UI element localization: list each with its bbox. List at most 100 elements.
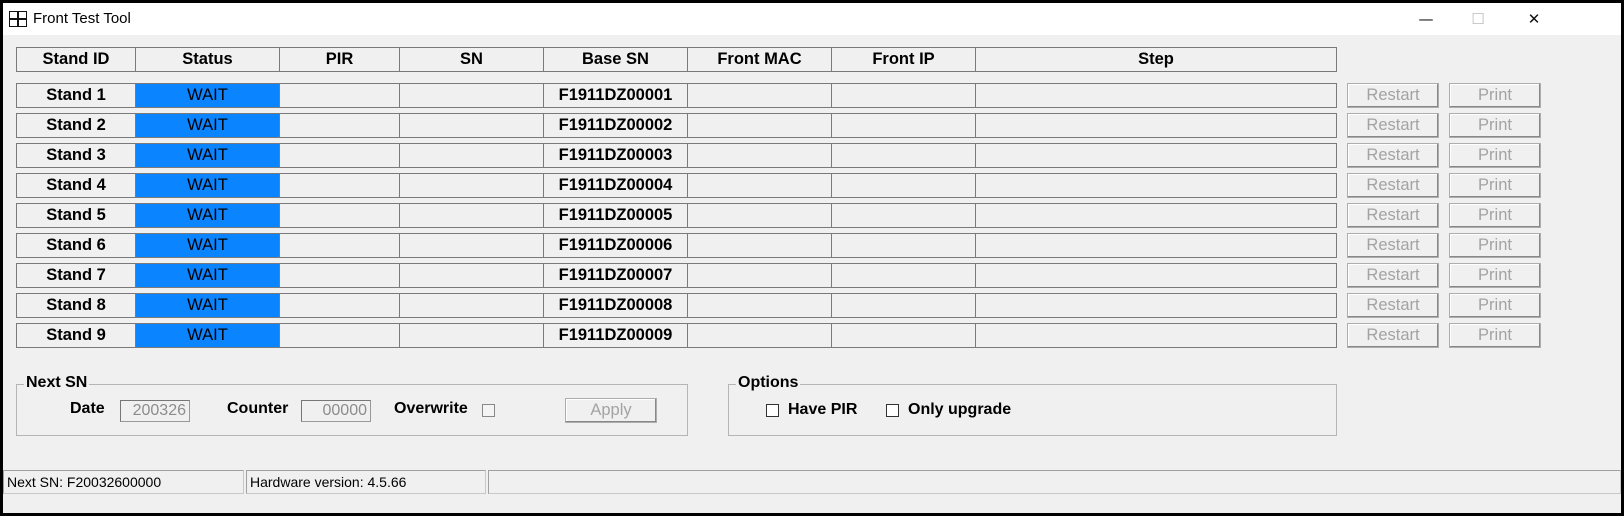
stand-id-cell: Stand 7 bbox=[16, 263, 136, 288]
print-button[interactable]: Print bbox=[1449, 233, 1541, 258]
date-label: Date bbox=[70, 400, 105, 417]
options-legend: Options bbox=[736, 374, 801, 392]
status-cell: WAIT bbox=[135, 113, 280, 138]
base-sn-cell: F1911DZ00004 bbox=[543, 173, 688, 198]
pir-cell bbox=[279, 263, 400, 288]
step-cell bbox=[975, 263, 1337, 288]
front-ip-cell bbox=[831, 113, 976, 138]
overwrite-checkbox[interactable] bbox=[482, 404, 495, 417]
app-icon bbox=[9, 11, 27, 27]
close-button[interactable]: ✕ bbox=[1511, 3, 1557, 35]
pir-cell bbox=[279, 83, 400, 108]
front-ip-cell bbox=[831, 173, 976, 198]
status-cell: WAIT bbox=[135, 83, 280, 108]
window-title: Front Test Tool bbox=[33, 10, 131, 27]
step-cell bbox=[975, 203, 1337, 228]
pir-cell bbox=[279, 203, 400, 228]
next-sn-legend: Next SN bbox=[24, 374, 90, 392]
restart-button[interactable]: Restart bbox=[1347, 203, 1439, 228]
restart-button[interactable]: Restart bbox=[1347, 143, 1439, 168]
print-button[interactable]: Print bbox=[1449, 143, 1541, 168]
step-cell bbox=[975, 233, 1337, 258]
status-cell: WAIT bbox=[135, 293, 280, 318]
base-sn-cell: F1911DZ00007 bbox=[543, 263, 688, 288]
step-cell bbox=[975, 173, 1337, 198]
stand-id-cell: Stand 4 bbox=[16, 173, 136, 198]
stand-id-cell: Stand 3 bbox=[16, 143, 136, 168]
step-cell bbox=[975, 293, 1337, 318]
restart-button[interactable]: Restart bbox=[1347, 293, 1439, 318]
front-ip-cell bbox=[831, 263, 976, 288]
pir-cell bbox=[279, 233, 400, 258]
column-header-step: Step bbox=[975, 47, 1337, 72]
only-upgrade-label: Only upgrade bbox=[908, 401, 1012, 418]
counter-label: Counter bbox=[227, 400, 289, 417]
stand-id-cell: Stand 9 bbox=[16, 323, 136, 348]
front-ip-cell bbox=[831, 143, 976, 168]
front-mac-cell bbox=[687, 233, 832, 258]
counter-field[interactable]: 00000 bbox=[301, 400, 371, 422]
front-mac-cell bbox=[687, 173, 832, 198]
print-button[interactable]: Print bbox=[1449, 263, 1541, 288]
date-field[interactable]: 200326 bbox=[120, 400, 190, 422]
pir-cell bbox=[279, 293, 400, 318]
sn-cell bbox=[399, 113, 544, 138]
stand-id-cell: Stand 2 bbox=[16, 113, 136, 138]
title-bar[interactable]: Front Test Tool — ☐ ✕ bbox=[3, 3, 1621, 35]
restart-button[interactable]: Restart bbox=[1347, 83, 1439, 108]
step-cell bbox=[975, 323, 1337, 348]
sn-cell bbox=[399, 143, 544, 168]
maximize-button[interactable]: ☐ bbox=[1455, 3, 1501, 35]
status-cell: WAIT bbox=[135, 323, 280, 348]
minimize-button[interactable]: — bbox=[1403, 3, 1449, 35]
stand-id-cell: Stand 1 bbox=[16, 83, 136, 108]
print-button[interactable]: Print bbox=[1449, 323, 1541, 348]
status-cell: WAIT bbox=[135, 143, 280, 168]
column-header-front-ip: Front IP bbox=[831, 47, 976, 72]
front-ip-cell bbox=[831, 203, 976, 228]
statusbar-hardware-version: Hardware version: 4.5.66 bbox=[246, 470, 486, 494]
pir-cell bbox=[279, 323, 400, 348]
status-cell: WAIT bbox=[135, 233, 280, 258]
sn-cell bbox=[399, 263, 544, 288]
restart-button[interactable]: Restart bbox=[1347, 173, 1439, 198]
column-header-front-mac: Front MAC bbox=[687, 47, 832, 72]
print-button[interactable]: Print bbox=[1449, 113, 1541, 138]
stand-id-cell: Stand 5 bbox=[16, 203, 136, 228]
base-sn-cell: F1911DZ00001 bbox=[543, 83, 688, 108]
restart-button[interactable]: Restart bbox=[1347, 113, 1439, 138]
front-mac-cell bbox=[687, 323, 832, 348]
print-button[interactable]: Print bbox=[1449, 83, 1541, 108]
column-header-stand-id: Stand ID bbox=[16, 47, 136, 72]
have-pir-checkbox[interactable] bbox=[766, 404, 779, 417]
step-cell bbox=[975, 113, 1337, 138]
base-sn-cell: F1911DZ00003 bbox=[543, 143, 688, 168]
sn-cell bbox=[399, 173, 544, 198]
column-header-pir: PIR bbox=[279, 47, 400, 72]
only-upgrade-checkbox[interactable] bbox=[886, 404, 899, 417]
stand-id-cell: Stand 6 bbox=[16, 233, 136, 258]
restart-button[interactable]: Restart bbox=[1347, 233, 1439, 258]
print-button[interactable]: Print bbox=[1449, 173, 1541, 198]
print-button[interactable]: Print bbox=[1449, 293, 1541, 318]
print-button[interactable]: Print bbox=[1449, 203, 1541, 228]
sn-cell bbox=[399, 293, 544, 318]
status-cell: WAIT bbox=[135, 203, 280, 228]
status-cell: WAIT bbox=[135, 173, 280, 198]
front-mac-cell bbox=[687, 143, 832, 168]
apply-button[interactable]: Apply bbox=[565, 398, 657, 423]
base-sn-cell: F1911DZ00002 bbox=[543, 113, 688, 138]
restart-button[interactable]: Restart bbox=[1347, 263, 1439, 288]
stand-id-cell: Stand 8 bbox=[16, 293, 136, 318]
restart-button[interactable]: Restart bbox=[1347, 323, 1439, 348]
base-sn-cell: F1911DZ00006 bbox=[543, 233, 688, 258]
front-mac-cell bbox=[687, 83, 832, 108]
statusbar-next-sn: Next SN: F20032600000 bbox=[3, 470, 244, 494]
column-header-status: Status bbox=[135, 47, 280, 72]
front-ip-cell bbox=[831, 83, 976, 108]
column-header-sn: SN bbox=[399, 47, 544, 72]
front-ip-cell bbox=[831, 293, 976, 318]
base-sn-cell: F1911DZ00008 bbox=[543, 293, 688, 318]
overwrite-label: Overwrite bbox=[394, 400, 468, 417]
sn-cell bbox=[399, 323, 544, 348]
